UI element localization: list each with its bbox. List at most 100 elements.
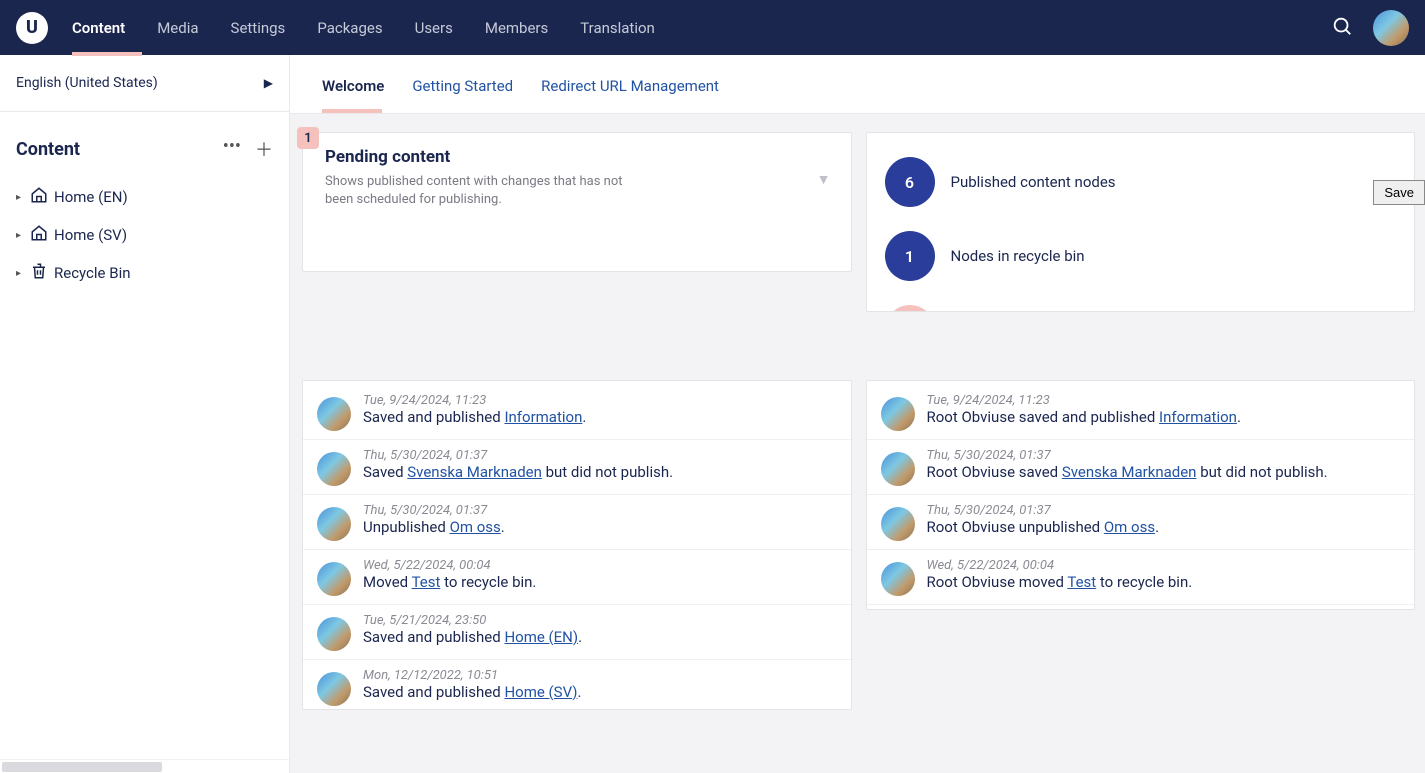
pending-title: Pending content — [325, 147, 835, 167]
nav-content[interactable]: Content — [72, 3, 125, 53]
activity-link[interactable]: Om oss — [1104, 518, 1155, 536]
activity-item: Tue, 9/24/2024, 11:23Saved and published… — [303, 385, 851, 440]
activity-avatar — [881, 397, 915, 431]
stat-row: 0Members on website — [885, 293, 1397, 312]
tree-label: Home (EN) — [54, 188, 128, 206]
top-bar: U Content Media Settings Packages Users Membe… — [0, 0, 1425, 55]
user-avatar[interactable] — [1373, 10, 1409, 46]
logo[interactable]: U — [16, 12, 48, 44]
language-selector[interactable]: English (United States) ▶ — [0, 55, 289, 112]
activity-link[interactable]: Home (EN) — [504, 628, 578, 646]
activity-item: Thu, 5/30/2024, 01:37Saved Svenska Markn… — [303, 440, 851, 495]
tree-item[interactable]: ▸ Recycle Bin — [8, 254, 289, 292]
caret-icon: ▸ — [16, 192, 24, 203]
tree-label: Home (SV) — [54, 226, 127, 244]
top-nav: Content Media Settings Packages Users Members… — [72, 3, 655, 53]
search-icon[interactable] — [1331, 15, 1353, 41]
activity-time: Tue, 5/21/2024, 23:50 — [363, 613, 837, 628]
activity-item: Thu, 5/30/2024, 01:37Root Obviuse saved … — [867, 440, 1415, 495]
activity-time: Wed, 5/22/2024, 00:04 — [363, 558, 837, 573]
activity-text: Saved and published Home (EN). — [363, 628, 837, 646]
activity-link[interactable]: Information — [1159, 408, 1237, 426]
tab-welcome[interactable]: Welcome — [322, 77, 384, 95]
sidebar-title: Content — [16, 139, 80, 160]
activity-avatar — [317, 507, 351, 541]
activity-text: Root Obviuse unpublished Om oss. — [927, 518, 1401, 536]
pending-content-card[interactable]: 1 Pending content Shows published conten… — [302, 132, 852, 272]
activity-item: Tue, 5/21/2024, 23:50Root Obviuse saved … — [867, 605, 1415, 610]
home-icon — [30, 224, 48, 246]
activity-item: Thu, 5/30/2024, 01:37Unpublished Om oss. — [303, 495, 851, 550]
nav-packages[interactable]: Packages — [317, 3, 382, 53]
activity-avatar — [317, 397, 351, 431]
activity-avatar — [317, 562, 351, 596]
activity-text: Saved and published Home (SV). — [363, 683, 837, 701]
activity-text: Moved Test to recycle bin. — [363, 573, 837, 591]
activity-time: Thu, 5/30/2024, 01:37 — [363, 448, 837, 463]
activity-link[interactable]: Information — [504, 408, 582, 426]
sidebar: English (United States) ▶ Content ••• ＋ … — [0, 55, 290, 773]
save-button[interactable]: Save — [1373, 180, 1425, 205]
activity-item: Thu, 5/30/2024, 01:37Root Obviuse unpubl… — [867, 495, 1415, 550]
activity-time: Tue, 9/24/2024, 11:23 — [927, 393, 1401, 408]
sidebar-scrollbar[interactable] — [0, 759, 289, 773]
activity-link[interactable]: Test — [1067, 573, 1096, 591]
stat-count: 6 — [885, 157, 935, 207]
activity-avatar — [881, 452, 915, 486]
nav-translation[interactable]: Translation — [580, 3, 655, 53]
tree-item[interactable]: ▸Home (SV) — [8, 216, 289, 254]
main-panel: Welcome Getting Started Redirect URL Manag… — [290, 55, 1425, 773]
activity-item: Wed, 5/22/2024, 00:04Moved Test to recyc… — [303, 550, 851, 605]
activity-time: Thu, 5/30/2024, 01:37 — [927, 503, 1401, 518]
stat-row: 1 Nodes in recycle bin — [885, 219, 1397, 293]
nav-settings[interactable]: Settings — [231, 3, 286, 53]
all-activity-card: Tue, 9/24/2024, 11:23Root Obviuse saved … — [866, 380, 1416, 610]
stat-count: 1 — [885, 231, 935, 281]
stat-label: Published content nodes — [951, 173, 1116, 191]
stat-count: 0 — [885, 305, 935, 312]
activity-text: Root Obviuse moved Test to recycle bin. — [927, 573, 1401, 591]
caret-icon: ▸ — [16, 268, 24, 279]
activity-avatar — [881, 507, 915, 541]
stats-card: 6 Published content nodes 1 Nodes in recycl… — [866, 132, 1416, 312]
my-activity-card: Tue, 9/24/2024, 11:23Saved and published… — [302, 380, 852, 710]
activity-link[interactable]: Svenska Marknaden — [1062, 463, 1197, 481]
tree-item[interactable]: ▸ Home (EN) — [8, 178, 289, 216]
activity-link[interactable]: Svenska Marknaden — [407, 463, 542, 481]
nav-media[interactable]: Media — [157, 3, 198, 53]
nav-members[interactable]: Members — [485, 3, 548, 53]
nav-users[interactable]: Users — [415, 3, 453, 53]
activity-time: Tue, 9/24/2024, 11:23 — [363, 393, 837, 408]
activity-avatar — [317, 672, 351, 706]
activity-item: Tue, 9/24/2024, 11:23Root Obviuse saved … — [867, 385, 1415, 440]
stat-label: Nodes in recycle bin — [951, 247, 1085, 265]
chevron-right-icon: ▶ — [264, 76, 273, 90]
activity-time: Thu, 5/30/2024, 01:37 — [363, 503, 837, 518]
content-tree: ▸ Home (EN) ▸Home (SV) ▸ Recycle Bin — [0, 174, 289, 292]
dropdown-caret-icon[interactable]: ▼ — [817, 171, 831, 188]
tab-getting-started[interactable]: Getting Started — [412, 77, 513, 95]
pending-badge: 1 — [297, 127, 319, 149]
activity-link[interactable]: Test — [412, 573, 441, 591]
activity-text: Saved Svenska Marknaden but did not publ… — [363, 463, 837, 481]
language-label: English (United States) — [16, 75, 158, 91]
activity-time: Thu, 5/30/2024, 01:37 — [927, 448, 1401, 463]
activity-text: Root Obviuse saved Svenska Marknaden but… — [927, 463, 1401, 481]
activity-text: Unpublished Om oss. — [363, 518, 837, 536]
activity-link[interactable]: Om oss — [450, 518, 501, 536]
activity-link[interactable]: Home (SV) — [504, 683, 577, 701]
activity-text: Root Obviuse saved and published Informa… — [927, 408, 1401, 426]
activity-text: Saved and published Information. — [363, 408, 837, 426]
pending-desc: Shows published content with changes tha… — [325, 173, 645, 209]
activity-time: Wed, 5/22/2024, 00:04 — [927, 558, 1401, 573]
content-tabs: Welcome Getting Started Redirect URL Manag… — [290, 55, 1425, 114]
tree-label: Recycle Bin — [54, 264, 131, 282]
activity-item: Mon, 12/12/2022, 10:51Saved and publishe… — [303, 660, 851, 710]
activity-avatar — [881, 562, 915, 596]
add-icon[interactable]: ＋ — [255, 136, 273, 162]
home-icon — [30, 186, 48, 208]
stat-row: 6 Published content nodes — [885, 145, 1397, 219]
tab-redirect-url-management[interactable]: Redirect URL Management — [541, 77, 719, 95]
activity-item: Tue, 5/21/2024, 23:50Saved and published… — [303, 605, 851, 660]
more-icon[interactable]: ••• — [223, 136, 241, 162]
